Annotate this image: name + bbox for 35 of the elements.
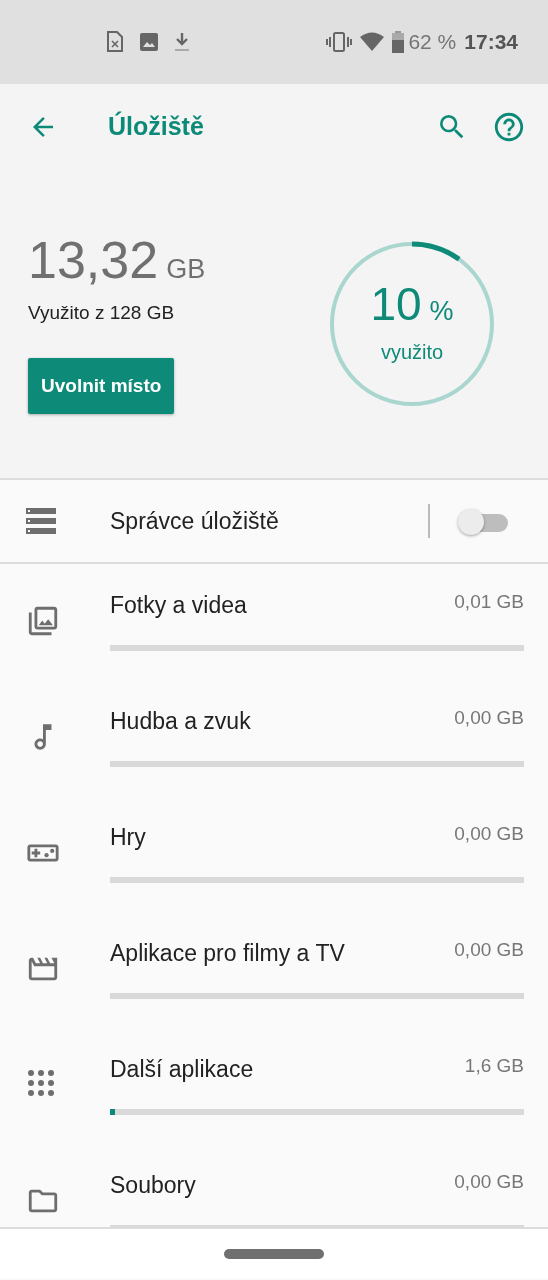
category-name[interactable]: Další aplikace [110,1052,254,1087]
storage-manager-switch[interactable] [458,507,508,535]
page-title: Úložiště [108,110,204,143]
battery-percentage: 62 % [408,29,457,56]
category-name[interactable]: Soubory [110,1168,196,1203]
clock: 17:34 [464,29,518,56]
category-size: 0,00 GB [454,1170,524,1194]
storage-list-icon [26,508,56,534]
battery-icon [392,31,405,53]
category-name[interactable]: Aplikace pro filmy a TV [110,936,345,971]
category-size: 0,00 GB [454,822,524,846]
used-amount: 13,32 [28,233,159,286]
category-name[interactable]: Hry [110,820,146,855]
wifi-icon [360,32,385,52]
vibrate-icon [326,32,353,52]
gauge-caption: využito [380,340,444,366]
category-size: 0,00 GB [454,938,524,962]
free-up-space-button[interactable]: Uvolnit místo [28,357,175,415]
percent-sign: % [429,294,454,328]
download-icon [174,32,190,52]
image-icon [140,33,158,51]
sim-card-icon [106,31,124,53]
app-grid-icon [26,1068,56,1098]
help-button[interactable] [492,110,526,144]
used-unit: GB [166,252,206,286]
category-size: 1,6 GB [464,1054,524,1078]
home-handle[interactable] [224,1248,324,1259]
used-percent: 10 [370,280,422,327]
category-name[interactable]: Fotky a videa [110,588,247,623]
photo-library-icon [26,604,60,638]
storage-manager-label: Správce úložiště [110,506,279,536]
used-of-total: Využito z 128 GB [28,301,176,326]
category-name[interactable]: Hudba a zvuk [110,704,251,739]
category-size: 0,01 GB [454,590,524,614]
category-size: 0,00 GB [454,706,524,730]
